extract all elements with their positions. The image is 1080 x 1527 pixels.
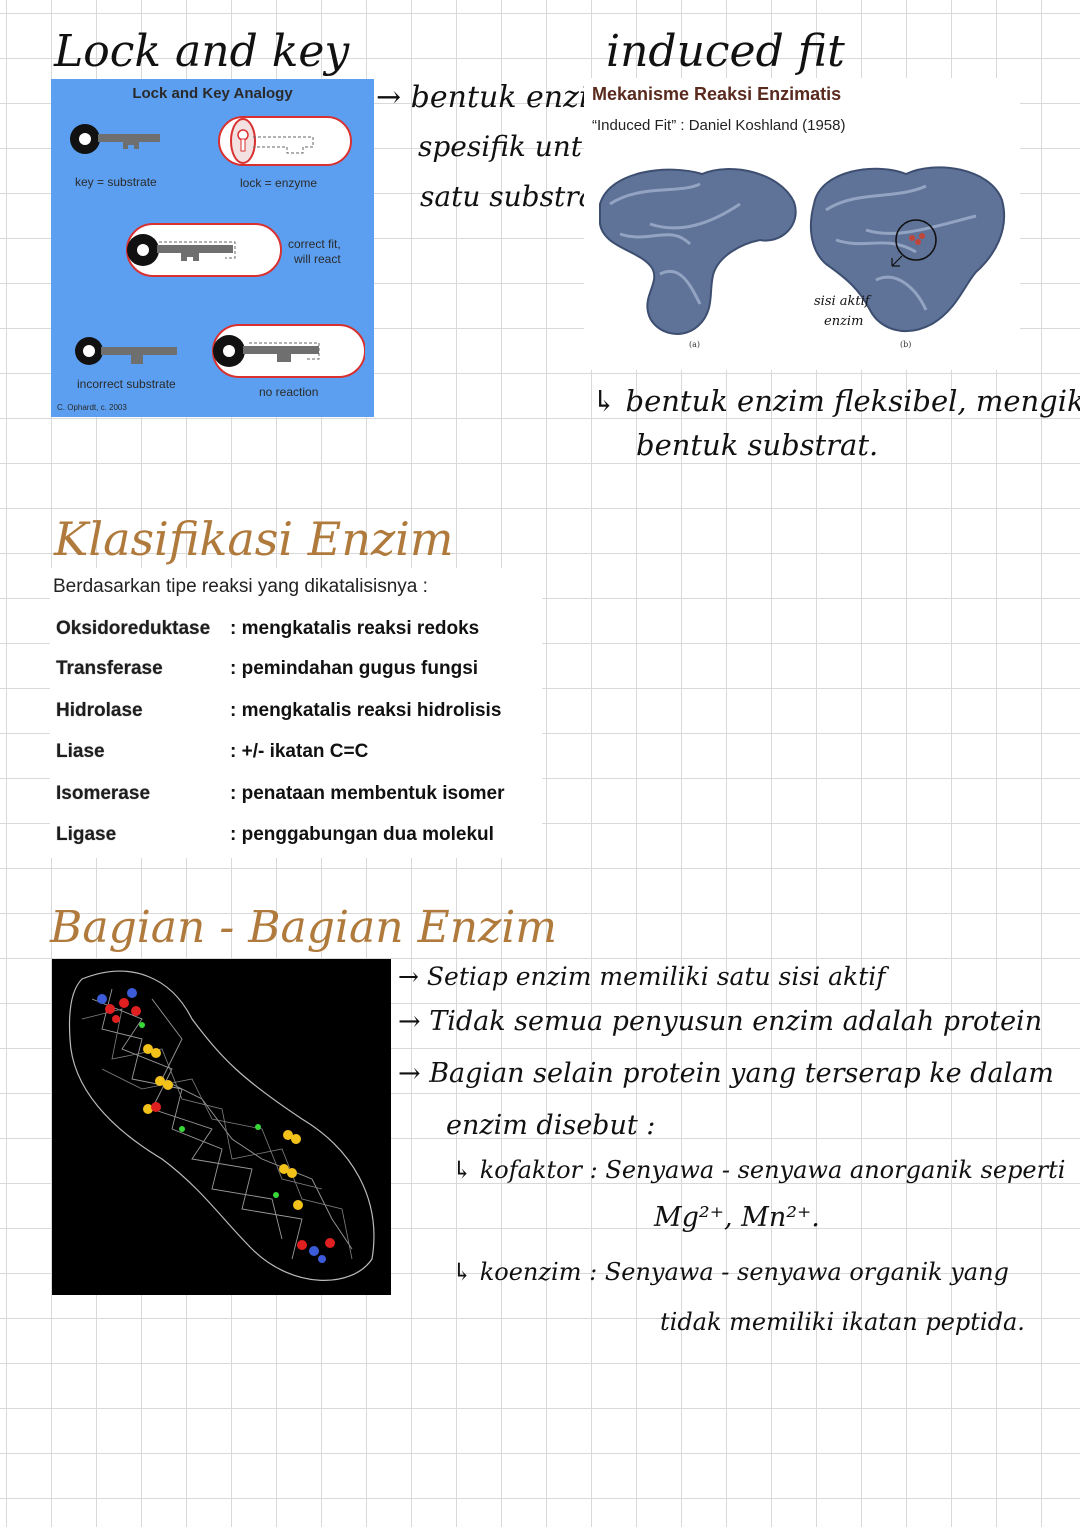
enzyme-structure-image: [52, 959, 391, 1295]
parts-note-line3: → Bagian selain protein yang terserap ke…: [398, 1058, 1054, 1089]
active-site-annotation-line1: sisi aktif: [814, 294, 870, 309]
row-desc: : mengkatalis reaksi hidrolisis: [230, 700, 502, 721]
figure-credit: C. Ophardt, c. 2003: [57, 403, 127, 412]
row-desc: : pemindahan gugus fungsi: [230, 658, 479, 679]
classification-intro: Berdasarkan tipe reaksi yang dikatalisis…: [53, 576, 428, 597]
lock-enzyme-label: lock = enzyme: [240, 176, 318, 190]
row-desc: : +/- ikatan C=C: [230, 741, 369, 762]
no-reaction-lock-icon: [212, 324, 365, 378]
classification-table: Berdasarkan tipe reaksi yang dikatalisis…: [50, 568, 542, 858]
enzyme-open-image: [599, 168, 797, 335]
correct-fit-label: correct fit,: [288, 237, 341, 251]
parts-note-cofactor-ions: Mg²⁺, Mn²⁺.: [654, 1202, 820, 1233]
parts-note-coenzyme: ↳ koenzim : Senyawa - senyawa organik ya…: [452, 1258, 1009, 1286]
row-name: Transferase: [56, 658, 163, 679]
induced-fit-figure: Mekanisme Reaksi Enzimatis “Induced Fit”…: [584, 78, 1020, 370]
no-reaction-label: no reaction: [259, 385, 319, 399]
key-icon: [70, 124, 160, 154]
row-name: Oksidoreduktase: [56, 618, 211, 639]
parts-note-cofactor: ↳ kofaktor : Senyawa - senyawa anorganik…: [452, 1156, 1066, 1184]
row-desc: : mengkatalis reaksi redoks: [230, 618, 480, 639]
induced-fit-figure-subtitle: “Induced Fit” : Daniel Koshland (1958): [592, 117, 846, 134]
lock-icon: [218, 116, 352, 166]
row-name: Liase: [56, 741, 105, 762]
panel-b-label: (b): [900, 340, 912, 349]
row-name: Ligase: [56, 824, 117, 845]
induced-fit-note-line1: ↳ bentuk enzim fleksibel, mengikuti: [592, 384, 1080, 418]
row-desc: : penggabungan dua molekul: [230, 824, 494, 845]
bagian-enzim-heading: Bagian - Bagian Enzim: [50, 902, 558, 953]
correct-fit-icon: [126, 223, 282, 277]
incorrect-substrate-label: incorrect substrate: [77, 377, 176, 391]
row-desc: : penataan membentuk isomer: [230, 783, 505, 804]
induced-fit-title: induced fit: [606, 26, 845, 77]
lock-and-key-title: Lock and key: [54, 26, 350, 77]
key-substrate-label: key = substrate: [75, 175, 157, 189]
parts-note-coenzyme-line2: tidak memiliki ikatan peptida.: [660, 1308, 1025, 1336]
row-name: Isomerase: [56, 783, 151, 804]
parts-note-line4: enzim disebut :: [446, 1110, 656, 1141]
panel-a-label: (a): [689, 340, 701, 349]
will-react-label: will react: [294, 252, 341, 266]
lock-and-key-figure: Lock and Key Analogy key = substrate loc…: [51, 79, 374, 417]
parts-note-line1: → Setiap enzim memiliki satu sisi aktif: [398, 962, 886, 991]
klasifikasi-enzim-heading: Klasifikasi Enzim: [54, 512, 454, 566]
lock-key-note-line1: → bentuk enzim: [376, 80, 617, 115]
active-site-annotation-line2: enzim: [824, 314, 864, 329]
incorrect-key-icon: [75, 337, 177, 365]
lock-key-figure-title: Lock and Key Analogy: [132, 85, 293, 102]
induced-fit-note-line2: bentuk substrat.: [636, 428, 879, 462]
row-name: Hidrolase: [56, 700, 143, 721]
enzyme-wireframe-icon: [68, 970, 375, 1281]
parts-note-line2: → Tidak semua penyusun enzim adalah prot…: [398, 1006, 1043, 1037]
induced-fit-figure-title: Mekanisme Reaksi Enzimatis: [592, 84, 842, 104]
active-site-atoms: [97, 988, 335, 1263]
